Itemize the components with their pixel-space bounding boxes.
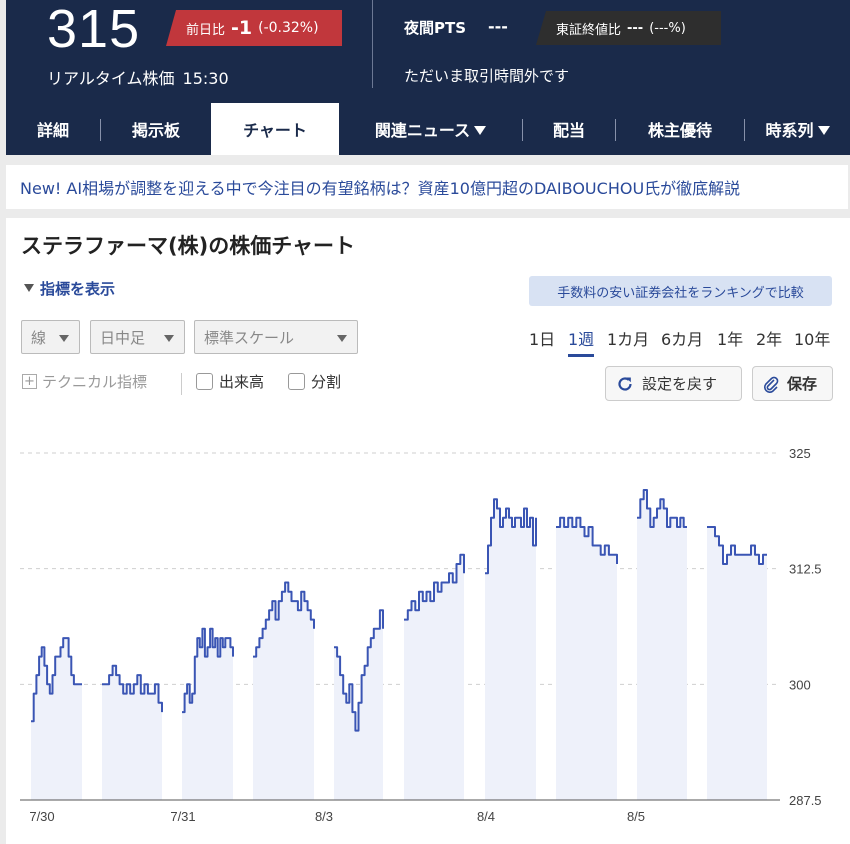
tse-percent: (---%) (649, 20, 686, 36)
change-label: 前日比 (186, 22, 226, 38)
tab-bar: 詳細 掲示板 チャート 関連ニュース 配当 株主優待 時系列 (6, 103, 850, 155)
quote-time: 15:30 (182, 69, 229, 88)
price-area-segment (253, 582, 314, 800)
realtime-label: リアルタイム株価 (47, 69, 175, 88)
news-banner-link[interactable]: New! AI相場が調整を迎える中で今注目の有望銘柄は？資産10億円超のDAIB… (6, 165, 848, 209)
tab-label: 掲示板 (131, 121, 180, 140)
price-area-segment (637, 490, 687, 800)
tab-label: 時系列 (765, 121, 814, 140)
tab-related-news[interactable]: 関連ニュース (339, 103, 522, 155)
current-price: 315 (47, 0, 141, 59)
tab-label: 関連ニュース (374, 121, 471, 140)
tse-value: --- (627, 20, 644, 36)
y-tick-label: 287.5 (789, 793, 822, 808)
quote-header: 315 前日比 -1 (-0.32%) リアルタイム株価 15:30 夜間PTS … (6, 0, 850, 103)
price-change-badge: 前日比 -1 (-0.32%) (166, 10, 342, 46)
tab-board[interactable]: 掲示板 (101, 103, 211, 155)
after-hours-notice: ただいま取引時間外です (404, 67, 570, 85)
y-tick-label: 300 (789, 677, 811, 692)
price-chart: 325 312.5 300 287.5 7/30 7/31 8/3 8/4 8/5 (20, 446, 822, 824)
price-area-segment (556, 517, 617, 800)
tse-label: 東証終値比 (556, 22, 622, 38)
price-area-segment (707, 527, 767, 800)
tab-label: 株主優待 (647, 121, 712, 140)
x-date-label: 7/30 (29, 809, 54, 824)
realtime-label-row: リアルタイム株価 15:30 (47, 65, 229, 89)
tab-label: 詳細 (36, 121, 69, 140)
x-date-label: 8/4 (477, 809, 495, 824)
header-divider (372, 0, 373, 88)
x-date-label: 7/31 (170, 809, 195, 824)
y-tick-label: 325 (789, 446, 811, 461)
y-tick-label: 312.5 (789, 562, 822, 577)
tse-close-badge: 東証終値比 --- (---%) (536, 11, 721, 45)
chevron-down-icon (474, 125, 487, 135)
news-banner-text: New! AI相場が調整を迎える中で今注目の有望銘柄は？資産10億円超のDAIB… (20, 179, 741, 198)
price-area-segment (102, 665, 162, 800)
tab-label: 配当 (552, 121, 585, 140)
pts-value: --- (488, 17, 508, 36)
pts-label: 夜間PTS (404, 19, 467, 37)
chart-panel: ステラファーマ(株)の株価チャート 指標を表示 手数料の安い証券会社をランキング… (6, 218, 850, 844)
tab-time-series[interactable]: 時系列 (745, 103, 850, 155)
chevron-down-icon (817, 125, 830, 135)
tab-label: チャート (243, 121, 307, 140)
tab-dividend[interactable]: 配当 (523, 103, 615, 155)
x-date-label: 8/5 (627, 809, 645, 824)
change-percent: (-0.32%) (258, 20, 319, 36)
tab-details[interactable]: 詳細 (6, 103, 100, 155)
change-value: -1 (231, 17, 253, 39)
price-area-segment (485, 499, 536, 800)
tab-shareholder-benefits[interactable]: 株主優待 (616, 103, 744, 155)
tab-chart[interactable]: チャート (211, 103, 339, 155)
x-date-label: 8/3 (315, 809, 333, 824)
